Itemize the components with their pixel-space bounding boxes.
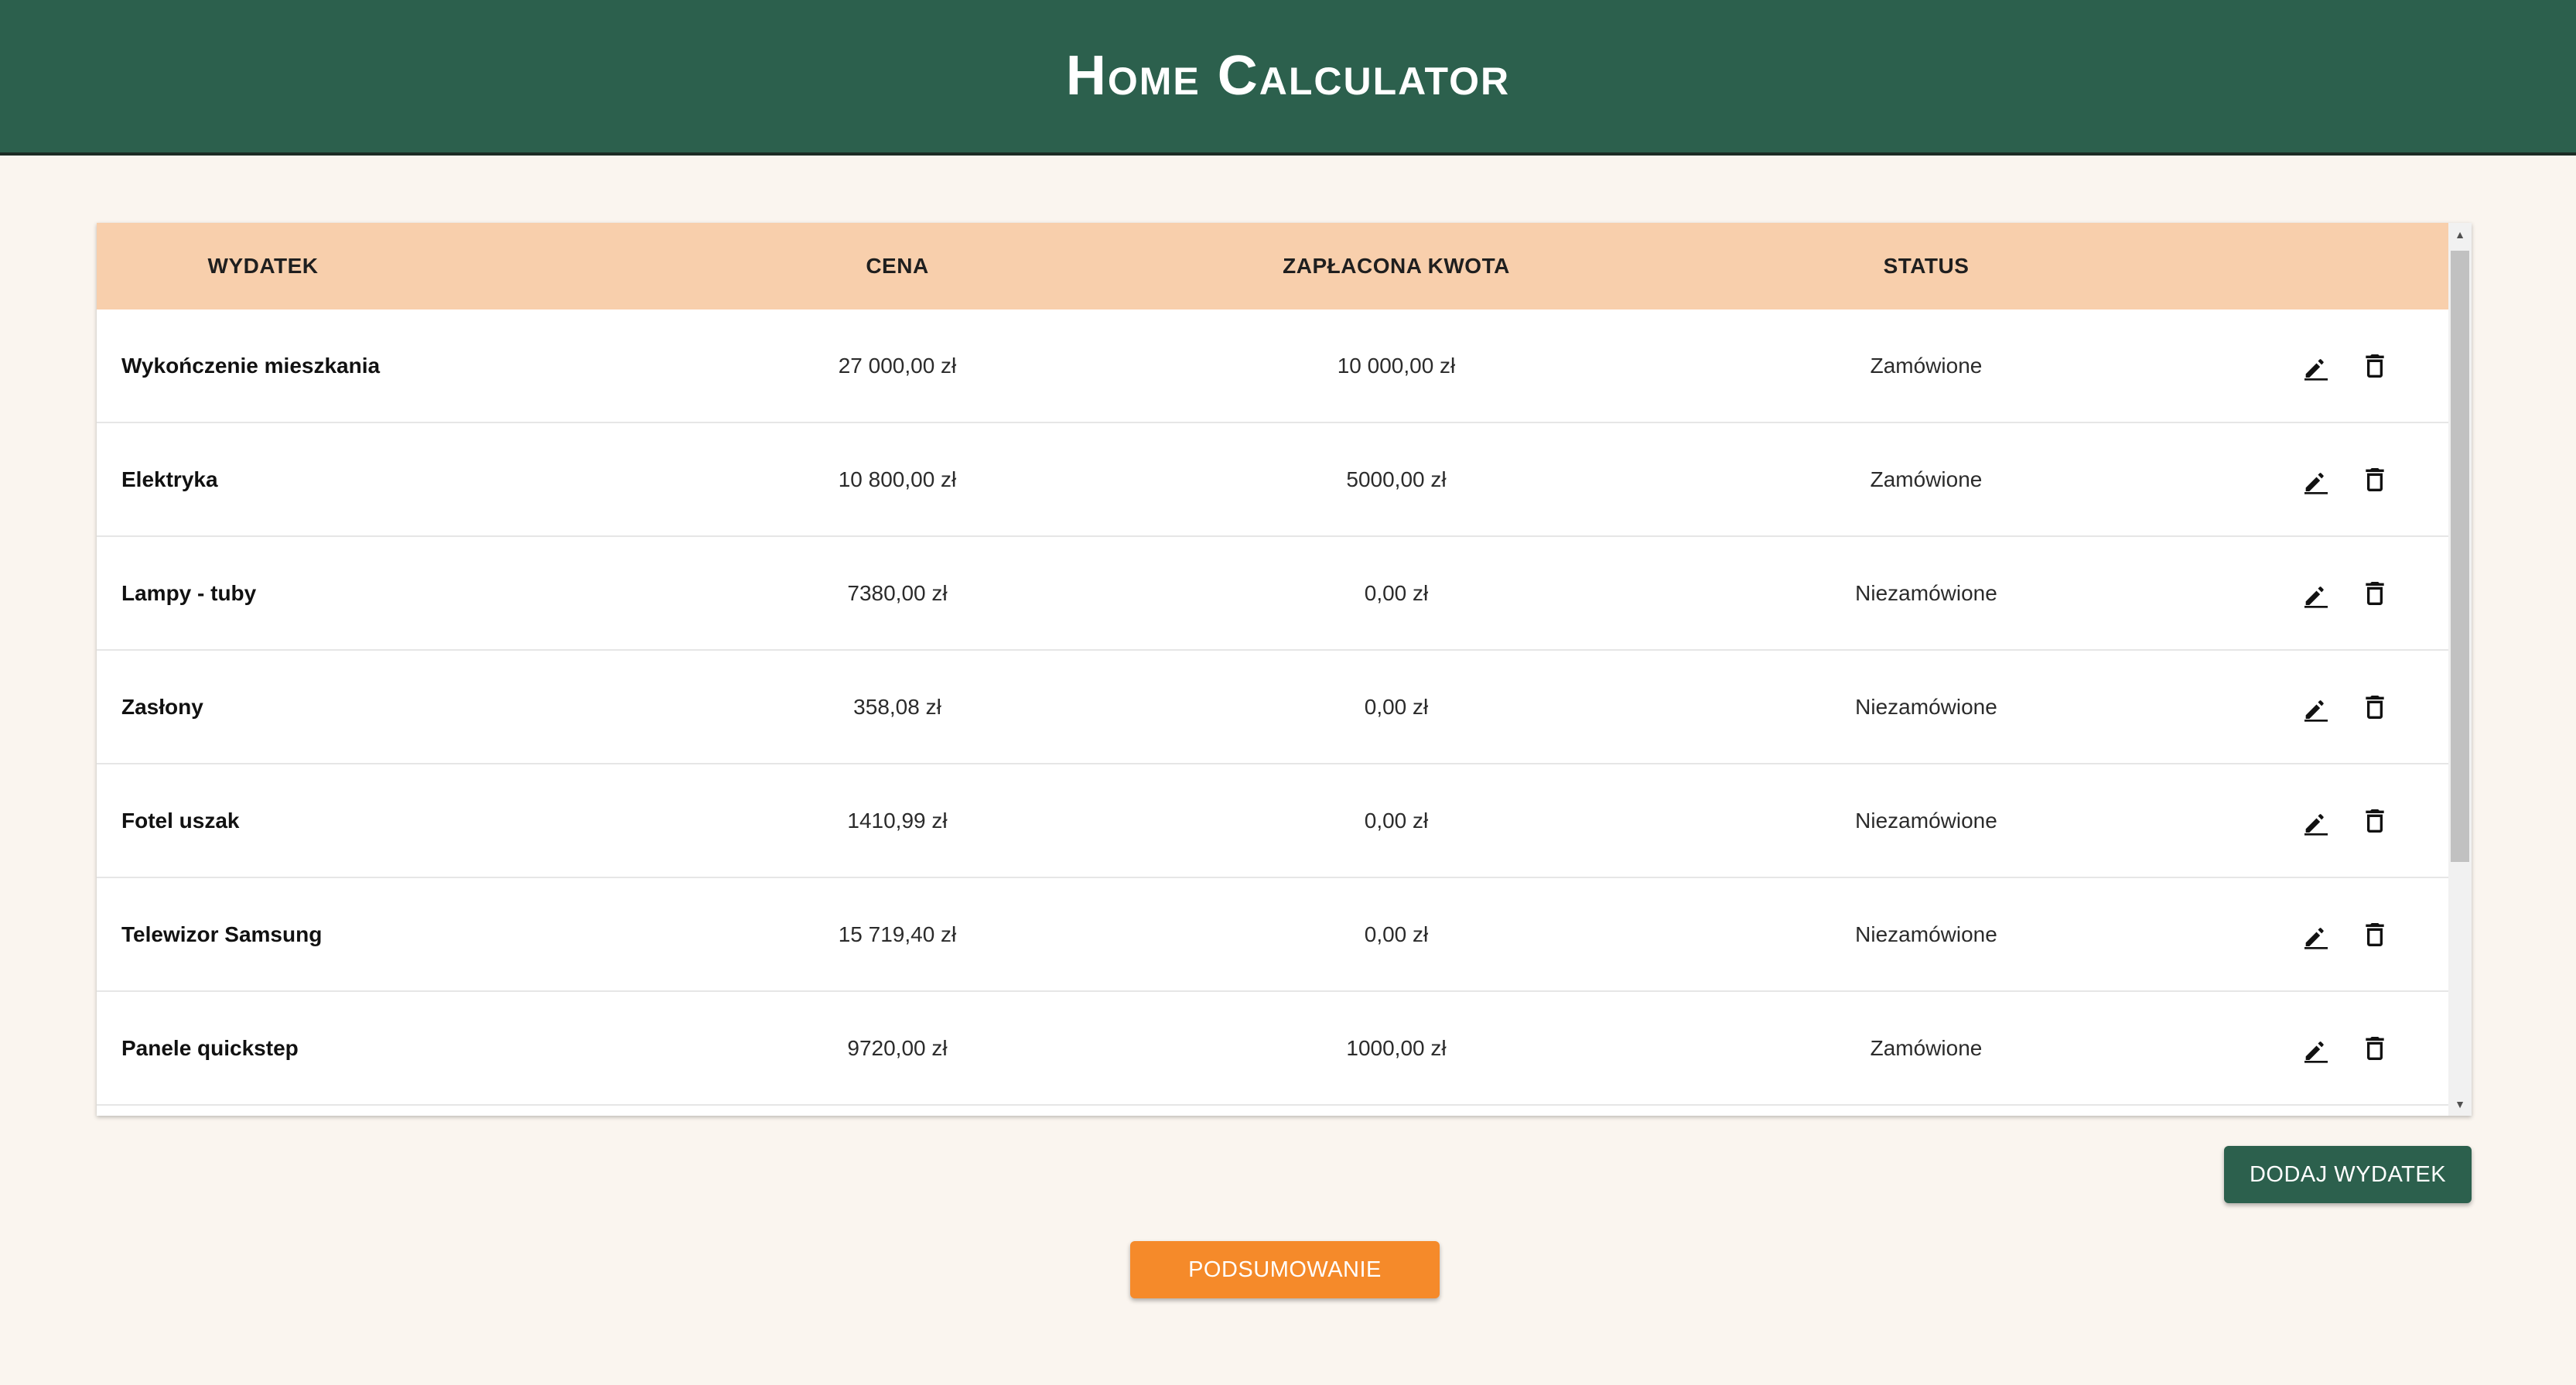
expense-name: Fotel uszak: [121, 808, 240, 833]
expense-price: 1410,99 zł: [847, 808, 948, 833]
expense-paid-amount: 0,00 zł: [1364, 808, 1429, 833]
row-actions: [2298, 423, 2393, 535]
table-row: Wykończenie mieszkania 27 000,00 zł 10 0…: [97, 309, 2448, 423]
delete-icon[interactable]: [2356, 802, 2393, 840]
expenses-table: WYDATEK CENA ZAPŁACONA KWOTA STATUS Wyko…: [97, 223, 2472, 1116]
scroll-up-arrow-icon[interactable]: ▲: [2448, 223, 2472, 246]
row-actions: [2298, 764, 2393, 877]
expense-name: Zasłony: [121, 694, 203, 719]
expense-paid-amount: 10 000,00 zł: [1337, 353, 1456, 378]
table-scrollbar[interactable]: ▲ ▼: [2448, 223, 2472, 1116]
delete-icon[interactable]: [2356, 1030, 2393, 1067]
scrollbar-thumb[interactable]: [2451, 251, 2469, 862]
expense-price: 7380,00 zł: [847, 580, 948, 605]
expense-paid-amount: 0,00 zł: [1364, 694, 1429, 719]
table-row: Elektryka 10 800,00 zł 5000,00 zł Zamówi…: [97, 423, 2448, 537]
expense-price: 15 719,40 zł: [838, 922, 957, 946]
row-actions: [2298, 878, 2393, 990]
app-header: Home Calculator: [0, 0, 2576, 156]
page-title: Home Calculator: [1065, 44, 1511, 107]
expense-price: 10 800,00 zł: [838, 467, 957, 491]
table-row: Panele quickstep 9720,00 zł 1000,00 zł Z…: [97, 992, 2448, 1106]
expense-price: 358,08 zł: [853, 694, 941, 719]
table-body: Wykończenie mieszkania 27 000,00 zł 10 0…: [97, 309, 2448, 1116]
table-row: Telewizor Samsung 15 719,40 zł 0,00 zł N…: [97, 878, 2448, 992]
expense-status: Niezamówione: [1855, 808, 1997, 833]
column-header-status: STATUS: [1883, 254, 1970, 278]
edit-icon[interactable]: [2298, 689, 2335, 726]
expense-name: Elektryka: [121, 467, 218, 491]
edit-icon[interactable]: [2298, 1030, 2335, 1067]
expense-price: 27 000,00 zł: [838, 353, 957, 378]
expense-status: Zamówione: [1870, 353, 1983, 378]
edit-icon[interactable]: [2298, 575, 2335, 612]
edit-icon[interactable]: [2298, 802, 2335, 840]
expense-name: Wykończenie mieszkania: [121, 353, 381, 378]
table-header: WYDATEK CENA ZAPŁACONA KWOTA STATUS: [97, 223, 2448, 309]
table-row: Zasłony 358,08 zł 0,00 zł Niezamówione: [97, 651, 2448, 764]
expense-name: Lampy - tuby: [121, 580, 257, 605]
expense-status: Zamówione: [1870, 1035, 1983, 1060]
expense-status: Niezamówione: [1855, 580, 1997, 605]
expense-name: Telewizor Samsung: [121, 922, 323, 946]
expense-status: Niezamówione: [1855, 694, 1997, 719]
expense-name: Panele quickstep: [121, 1035, 299, 1060]
summary-button[interactable]: Podsumowanie: [1130, 1241, 1440, 1298]
add-expense-button[interactable]: Dodaj wydatek: [2224, 1146, 2472, 1203]
edit-icon[interactable]: [2298, 916, 2335, 953]
delete-icon[interactable]: [2356, 575, 2393, 612]
scroll-down-arrow-icon[interactable]: ▼: [2448, 1093, 2472, 1116]
table-row: Lampy - tuby 7380,00 zł 0,00 zł Niezamów…: [97, 537, 2448, 651]
expense-paid-amount: 0,00 zł: [1364, 922, 1429, 946]
column-header-price: CENA: [866, 254, 929, 278]
expense-paid-amount: 5000,00 zł: [1346, 467, 1447, 491]
column-header-expense: WYDATEK: [207, 254, 319, 278]
row-actions: [2298, 309, 2393, 422]
expense-status: Niezamówione: [1855, 922, 1997, 946]
delete-icon[interactable]: [2356, 347, 2393, 385]
edit-icon[interactable]: [2298, 461, 2335, 498]
row-actions: [2298, 537, 2393, 649]
expense-paid-amount: 1000,00 zł: [1346, 1035, 1447, 1060]
expense-paid-amount: 0,00 zł: [1364, 580, 1429, 605]
expense-price: 9720,00 zł: [847, 1035, 948, 1060]
app-root: Home Calculator WYDATEK CENA ZAPŁACONA K…: [0, 0, 2576, 1385]
row-actions: [2298, 992, 2393, 1104]
edit-icon[interactable]: [2298, 347, 2335, 385]
table-row: Fotel uszak 1410,99 zł 0,00 zł Niezamówi…: [97, 764, 2448, 878]
delete-icon[interactable]: [2356, 461, 2393, 498]
delete-icon[interactable]: [2356, 689, 2393, 726]
expense-status: Zamówione: [1870, 467, 1983, 491]
delete-icon[interactable]: [2356, 916, 2393, 953]
column-header-paid: ZAPŁACONA KWOTA: [1283, 254, 1510, 278]
row-actions: [2298, 651, 2393, 763]
